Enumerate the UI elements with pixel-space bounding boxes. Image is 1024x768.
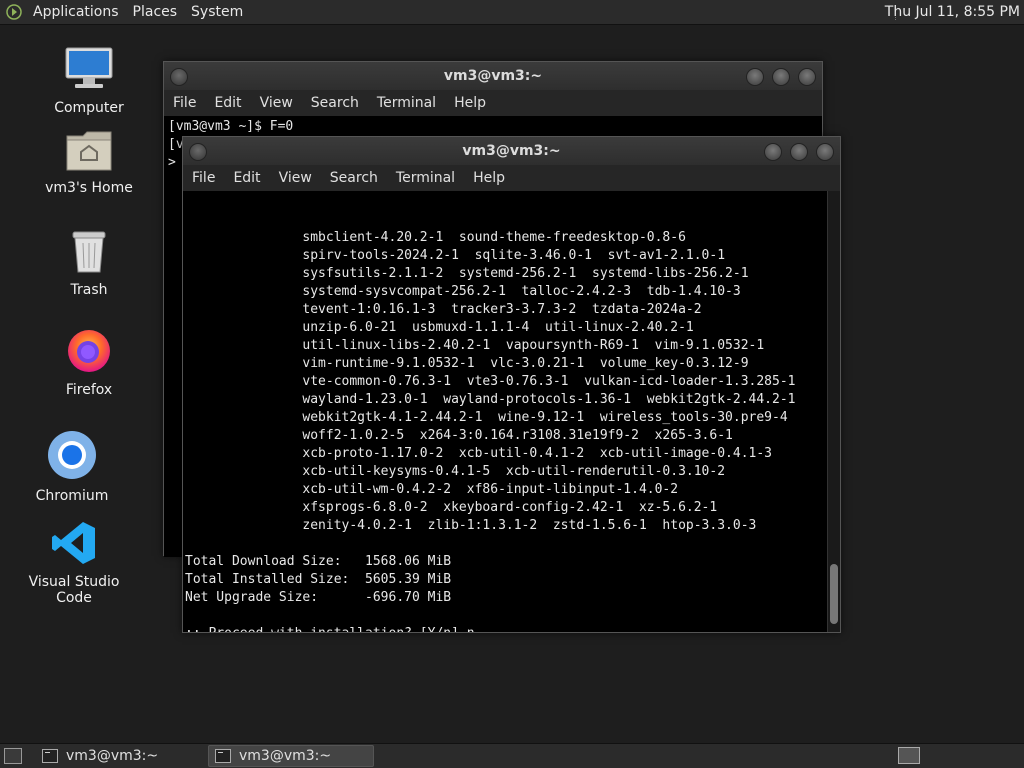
- clock[interactable]: Thu Jul 11, 8:55 PM: [879, 0, 1024, 24]
- desktop-icon-home[interactable]: vm3's Home: [29, 128, 149, 196]
- maximize-button[interactable]: [790, 143, 808, 161]
- desktop-icon-label: Computer: [54, 100, 124, 116]
- applications-logo-icon[interactable]: [6, 4, 22, 20]
- system-menu[interactable]: System: [184, 4, 250, 20]
- terminal-line: xfsprogs-6.8.0-2 xkeyboard-config-2.42-1…: [185, 500, 718, 515]
- scrollbar-thumb[interactable]: [830, 564, 838, 624]
- terminal-icon: [42, 749, 58, 763]
- window-titlebar[interactable]: vm3@vm3:~: [164, 62, 822, 90]
- bottom-panel: vm3@vm3:~ vm3@vm3:~: [0, 743, 1024, 768]
- desktop-icon-label: Visual Studio Code: [28, 574, 120, 606]
- menu-edit[interactable]: Edit: [205, 95, 250, 111]
- window-title: vm3@vm3:~: [462, 143, 561, 159]
- terminal-line: vim-runtime-9.1.0532-1 vlc-3.0.21-1 volu…: [185, 356, 749, 371]
- taskbar-item-label: vm3@vm3:~: [239, 748, 332, 764]
- taskbar-item-label: vm3@vm3:~: [66, 748, 159, 764]
- menu-search[interactable]: Search: [302, 95, 368, 111]
- window-menubar: File Edit View Search Terminal Help: [164, 90, 822, 116]
- taskbar-item[interactable]: vm3@vm3:~: [36, 746, 198, 766]
- terminal-output[interactable]: smbclient-4.20.2-1 sound-theme-freedeskt…: [183, 191, 840, 632]
- places-menu[interactable]: Places: [126, 4, 185, 20]
- desktop-icon-trash[interactable]: Trash: [29, 228, 149, 298]
- top-menu: Applications Places System: [0, 4, 250, 20]
- minimize-button[interactable]: [746, 68, 764, 86]
- terminal-line: spirv-tools-2024.2-1 sqlite-3.46.0-1 svt…: [185, 248, 726, 263]
- close-button[interactable]: [816, 143, 834, 161]
- terminal-line: smbclient-4.20.2-1 sound-theme-freedeskt…: [185, 230, 686, 245]
- menu-search[interactable]: Search: [321, 170, 387, 186]
- terminal-scrollbar[interactable]: [827, 191, 840, 632]
- terminal-line: sysfsutils-2.1.1-2 systemd-256.2-1 syste…: [185, 266, 749, 281]
- top-panel: Applications Places System Thu Jul 11, 8…: [0, 0, 1024, 25]
- terminal-line: Total Download Size: 1568.06 MiB: [185, 554, 452, 569]
- terminal-line: zenity-4.0.2-1 zlib-1:1.3.1-2 zstd-1.5.6…: [185, 518, 757, 533]
- terminal-line: xcb-util-keysyms-0.4.1-5 xcb-util-render…: [185, 464, 726, 479]
- close-button[interactable]: [798, 68, 816, 86]
- desktop-icon-label: Chromium: [35, 488, 109, 504]
- terminal-line: util-linux-libs-2.40.2-1 vapoursynth-R69…: [185, 338, 765, 353]
- terminal-line: webkit2gtk-4.1-2.44.2-1 wine-9.12-1 wire…: [185, 410, 788, 425]
- window-menubar: File Edit View Search Terminal Help: [183, 165, 840, 191]
- chromium-icon: [12, 430, 132, 484]
- terminal-line: Net Upgrade Size: -696.70 MiB: [185, 590, 452, 605]
- menu-help[interactable]: Help: [445, 95, 495, 111]
- firefox-icon: [29, 326, 149, 378]
- terminal-line: xcb-proto-1.17.0-2 xcb-util-0.4.1-2 xcb-…: [185, 446, 772, 461]
- desktop-icon-firefox[interactable]: Firefox: [29, 326, 149, 398]
- menu-view[interactable]: View: [270, 170, 321, 186]
- desktop-icon-label: Trash: [70, 282, 108, 298]
- desktop-icon-chromium[interactable]: Chromium: [12, 430, 132, 504]
- terminal-line: tevent-1:0.16.1-3 tracker3-3.7.3-2 tzdat…: [185, 302, 702, 317]
- terminal-line: [vm3@vm3 ~]$ F=0: [168, 119, 294, 134]
- terminal-line: unzip-6.0-21 usbmuxd-1.1.1-4 util-linux-…: [185, 320, 694, 335]
- terminal-line: Total Installed Size: 5605.39 MiB: [185, 572, 452, 587]
- terminal-line: xcb-util-wm-0.4.2-2 xf86-input-libinput-…: [185, 482, 679, 497]
- menu-edit[interactable]: Edit: [224, 170, 269, 186]
- terminal-icon: [215, 749, 231, 763]
- terminal-line: systemd-sysvcompat-256.2-1 talloc-2.4.2-…: [185, 284, 741, 299]
- terminal-line: :: Proceed with installation? [Y/n] n: [185, 625, 826, 632]
- computer-icon: [29, 46, 149, 96]
- desktop-icon-label: vm3's Home: [45, 180, 133, 196]
- terminal-lines: smbclient-4.20.2-1 sound-theme-freedeskt…: [185, 229, 826, 632]
- menu-file[interactable]: File: [164, 95, 205, 111]
- home-folder-icon: [29, 128, 149, 176]
- terminal-line: wayland-1.23.0-1 wayland-protocols-1.36-…: [185, 392, 796, 407]
- trash-icon: [29, 228, 149, 278]
- minimize-button[interactable]: [764, 143, 782, 161]
- terminal-window-front[interactable]: vm3@vm3:~ File Edit View Search Terminal…: [182, 136, 841, 633]
- workspace-switcher-icon[interactable]: [898, 747, 920, 764]
- menu-file[interactable]: File: [183, 170, 224, 186]
- menu-terminal[interactable]: Terminal: [368, 95, 445, 111]
- menu-view[interactable]: View: [251, 95, 302, 111]
- menu-help[interactable]: Help: [464, 170, 514, 186]
- menu-terminal[interactable]: Terminal: [387, 170, 464, 186]
- window-title: vm3@vm3:~: [443, 68, 543, 84]
- taskbar-item-active[interactable]: vm3@vm3:~: [208, 745, 374, 767]
- show-desktop-icon[interactable]: [4, 748, 22, 764]
- desktop-icon-label: Firefox: [65, 382, 113, 398]
- window-titlebar[interactable]: vm3@vm3:~: [183, 137, 840, 165]
- applications-menu[interactable]: Applications: [26, 4, 126, 20]
- desktop-icon-vscode[interactable]: Visual Studio Code: [14, 520, 134, 606]
- terminal-line: woff2-1.0.2-5 x264-3:0.164.r3108.31e19f9…: [185, 428, 733, 443]
- terminal-line: vte-common-0.76.3-1 vte3-0.76.3-1 vulkan…: [185, 374, 796, 389]
- maximize-button[interactable]: [772, 68, 790, 86]
- desktop-icon-computer[interactable]: Computer: [29, 46, 149, 116]
- vscode-icon: [14, 520, 134, 570]
